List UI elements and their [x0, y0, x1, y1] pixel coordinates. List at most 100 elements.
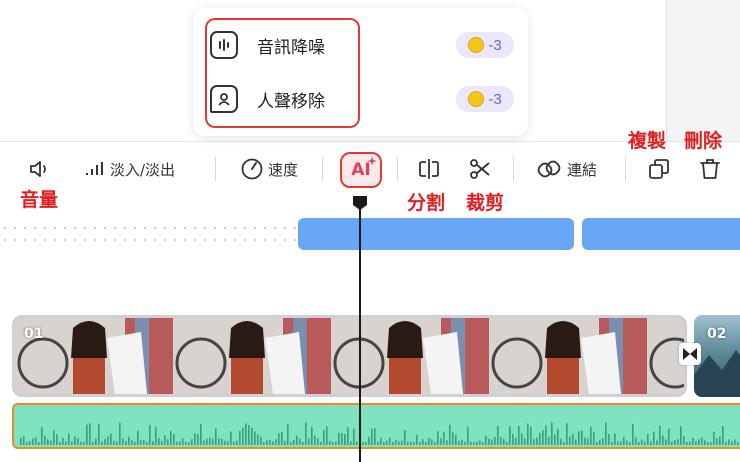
- waveform-bar: [314, 435, 316, 445]
- ai-tools-button[interactable]: AI: [340, 152, 382, 188]
- waveform-bar: [155, 426, 157, 445]
- waveform-bar: [530, 426, 532, 445]
- waveform-bar: [716, 438, 718, 445]
- link-icon: [537, 160, 561, 178]
- transition-icon[interactable]: [679, 343, 701, 365]
- credit-cost: -3: [488, 90, 502, 108]
- waveform-bar: [110, 433, 112, 445]
- waveform-bar: [146, 441, 148, 445]
- waveform-bar: [128, 436, 130, 445]
- waveform-bar: [185, 441, 187, 445]
- waveform-bar: [236, 440, 238, 445]
- waveform-bar: [728, 439, 730, 445]
- waveform-bar: [584, 437, 586, 445]
- waveform-bar: [545, 425, 547, 445]
- waveform-bar: [38, 441, 40, 445]
- audio-track[interactable]: [12, 403, 740, 449]
- waveform-bar: [344, 433, 346, 445]
- playhead-line[interactable]: [359, 205, 361, 462]
- waveform-bar: [47, 439, 49, 445]
- waveform-bar: [59, 441, 61, 445]
- trim-button[interactable]: [468, 152, 492, 186]
- waveform-bar: [620, 441, 622, 445]
- waveform-bar: [170, 431, 172, 445]
- waveform-bar: [83, 441, 85, 445]
- waveform-bar: [266, 440, 268, 445]
- waveform-bar: [422, 439, 424, 445]
- waveform-bar: [263, 441, 265, 445]
- waveform-bar: [677, 439, 679, 445]
- waveform-bar: [428, 438, 430, 445]
- split-icon: [419, 159, 439, 179]
- waveform-bar: [98, 423, 100, 445]
- waveform-bar: [56, 434, 58, 445]
- waveform-bar: [65, 441, 67, 445]
- waveform-bar: [494, 436, 496, 445]
- playhead-handle[interactable]: [352, 195, 368, 211]
- waveform-bar: [446, 440, 448, 445]
- waveform-bar: [560, 438, 562, 445]
- waveform-bar: [377, 441, 379, 445]
- waveform-bar: [362, 441, 364, 445]
- waveform-bar: [239, 430, 241, 445]
- waveform-bar: [704, 440, 706, 445]
- waveform-bar: [647, 434, 649, 445]
- waveform-bar: [74, 436, 76, 445]
- annotation-delete: 刪除: [684, 130, 723, 152]
- link-label: 連結: [567, 160, 598, 179]
- waveform-bar: [278, 433, 280, 445]
- waveform-bar: [32, 438, 34, 445]
- waveform-bar: [26, 441, 28, 445]
- waveform-bar: [656, 440, 658, 445]
- copy-button[interactable]: [647, 152, 671, 186]
- waveform-bar: [53, 430, 55, 445]
- volume-button[interactable]: [28, 152, 52, 186]
- waveform-bar: [497, 425, 499, 445]
- waveform-bar: [440, 438, 442, 445]
- waveform-bar: [419, 441, 421, 445]
- waveform-bar: [539, 432, 541, 445]
- delete-button[interactable]: [698, 152, 722, 186]
- waveform-bar: [101, 441, 103, 445]
- waveform-bar: [272, 441, 274, 445]
- waveform-bar: [437, 431, 439, 445]
- waveform-bar: [599, 439, 601, 445]
- waveform-bar: [122, 438, 124, 445]
- waveform-bar: [62, 437, 64, 445]
- waveform-bar: [608, 434, 610, 445]
- waveform-bar: [305, 422, 307, 445]
- fade-button[interactable]: 淡入/淡出: [84, 152, 175, 186]
- waveform-bar: [341, 432, 343, 445]
- waveform-bar: [350, 441, 352, 445]
- annotation-copy: 複製: [628, 130, 667, 152]
- waveform-bar: [302, 441, 304, 445]
- credit-cost: -3: [488, 36, 502, 54]
- waveform-bar: [173, 434, 175, 445]
- waveform-bar: [686, 441, 688, 445]
- video-clip[interactable]: 01: [12, 315, 687, 397]
- text-track-clip[interactable]: [298, 218, 574, 250]
- split-button[interactable]: [417, 152, 441, 186]
- waveform-bar: [368, 436, 370, 445]
- waveform-bar: [542, 430, 544, 445]
- waveform-bar: [482, 441, 484, 445]
- waveform-bar: [731, 441, 733, 445]
- waveform-bar: [587, 438, 589, 445]
- waveform-bar: [572, 434, 574, 445]
- waveform-bar: [605, 422, 607, 445]
- credit-badge: -3: [456, 32, 514, 58]
- waveform-bar: [590, 426, 592, 445]
- waveform-bar: [479, 440, 481, 445]
- waveform-bar: [503, 439, 505, 445]
- toolbar-separator: [397, 157, 398, 181]
- link-button[interactable]: 連結: [537, 152, 597, 186]
- waveform-bar: [200, 423, 202, 445]
- waveform-bar: [626, 440, 628, 445]
- waveform-bar: [182, 438, 184, 445]
- text-track-clip[interactable]: [582, 218, 740, 250]
- speed-button[interactable]: 速度: [240, 152, 298, 186]
- waveform-bar: [20, 437, 22, 445]
- waveform-bar: [353, 428, 355, 445]
- scissors-icon: [470, 159, 490, 179]
- empty-track: [0, 222, 298, 246]
